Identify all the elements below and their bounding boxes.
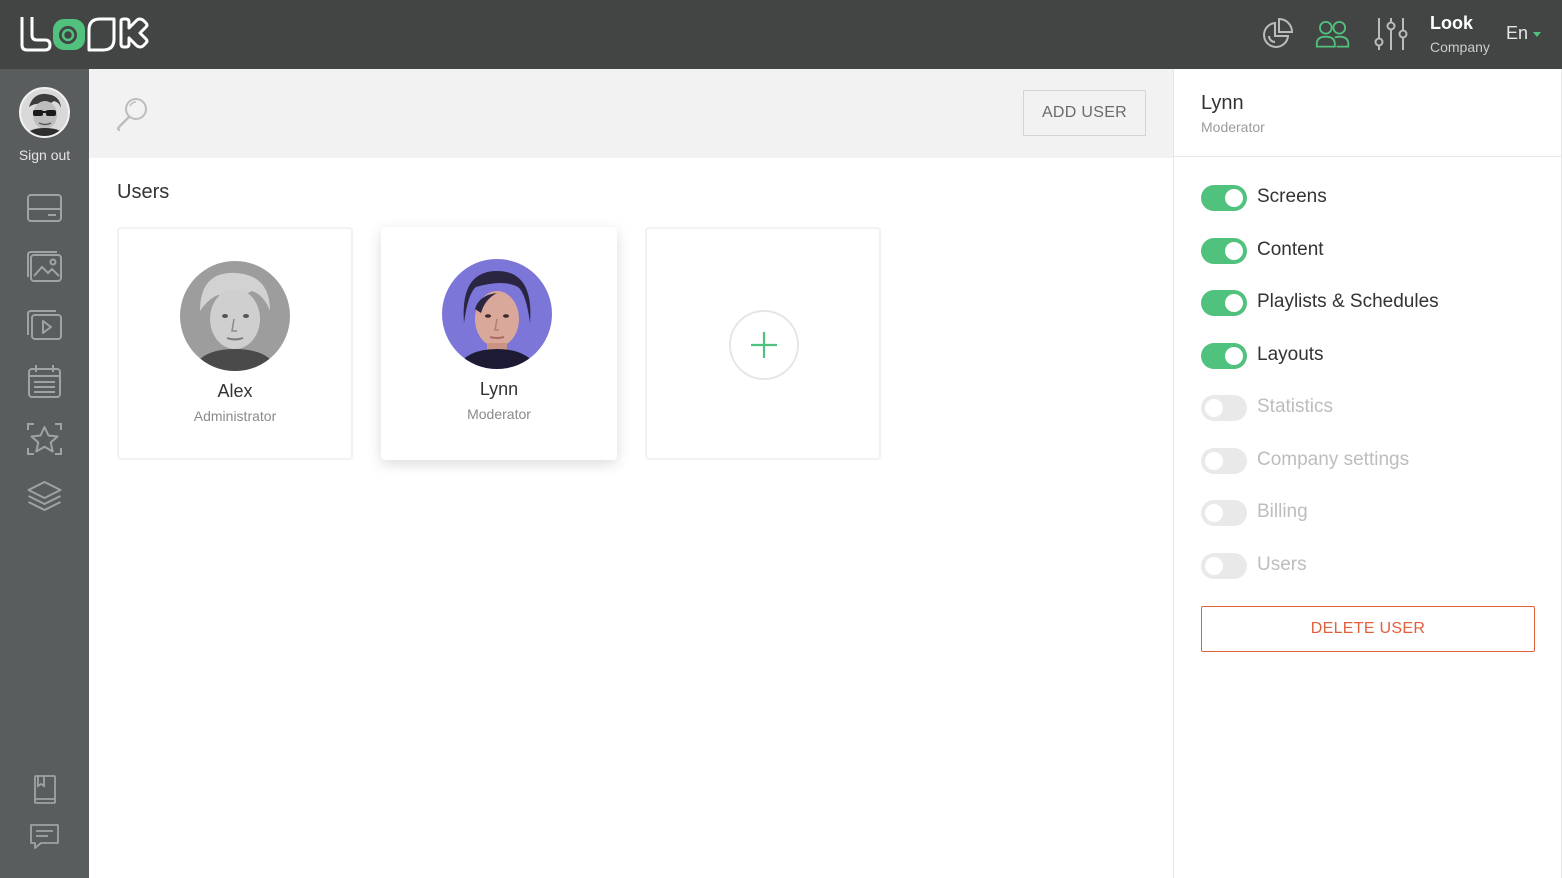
toggle-switch[interactable] — [1201, 238, 1247, 264]
permission-label: Playlists & Schedules — [1257, 291, 1439, 312]
toggle-knob — [1205, 452, 1223, 470]
panel-header: Lynn Moderator — [1174, 69, 1562, 157]
company-subtitle: Company — [1430, 39, 1490, 55]
toggle-switch[interactable] — [1201, 448, 1247, 474]
user-role: Moderator — [467, 406, 531, 422]
language-select[interactable]: En — [1506, 23, 1542, 44]
add-user-button[interactable]: ADD USER — [1023, 90, 1146, 136]
user-card-lynn[interactable]: Lynn Moderator — [381, 227, 617, 460]
pie-chart-icon[interactable] — [1259, 16, 1295, 52]
toggle-knob — [1205, 504, 1223, 522]
search-icon[interactable] — [115, 95, 151, 131]
toggle-knob — [1225, 242, 1243, 260]
sidebar: Sign out — [0, 69, 89, 878]
toggle-knob — [1205, 399, 1223, 417]
chat-icon[interactable] — [26, 819, 63, 855]
toggle-knob — [1225, 347, 1243, 365]
toggle-knob — [1205, 557, 1223, 575]
panel-user-name: Lynn — [1201, 92, 1244, 114]
panel-user-role: Moderator — [1201, 119, 1265, 135]
sliders-icon[interactable] — [1373, 16, 1409, 52]
permission-label: Statistics — [1257, 396, 1334, 417]
add-user-card[interactable] — [645, 227, 881, 460]
toggle-switch[interactable] — [1201, 290, 1247, 316]
permission-label: Users — [1257, 554, 1307, 575]
screens-icon[interactable] — [26, 191, 63, 227]
user-avatar — [180, 261, 290, 371]
look-logo[interactable] — [18, 14, 158, 54]
caret-down-icon — [1533, 31, 1542, 37]
company-name: Look — [1430, 13, 1473, 33]
permission-label: Content — [1257, 239, 1324, 260]
company-switcher[interactable]: Look Company — [1430, 13, 1490, 55]
sign-out-link[interactable]: Sign out — [0, 147, 89, 163]
docs-icon[interactable] — [26, 773, 63, 809]
permission-label: Layouts — [1257, 344, 1324, 365]
toggle-switch[interactable] — [1201, 553, 1247, 579]
schedules-icon[interactable] — [26, 363, 63, 399]
user-name: Alex — [217, 381, 253, 401]
playlists-icon[interactable] — [26, 307, 63, 343]
user-details-panel: Lynn Moderator Screens Content Playlists… — [1173, 69, 1562, 878]
users-icon[interactable] — [1315, 16, 1351, 52]
user-card-alex[interactable]: Alex Administrator — [117, 227, 353, 460]
layouts-icon[interactable] — [26, 421, 63, 457]
toggle-switch[interactable] — [1201, 500, 1247, 526]
current-user-avatar[interactable] — [19, 87, 70, 138]
toggle-switch[interactable] — [1201, 395, 1247, 421]
layers-icon[interactable] — [26, 479, 63, 515]
plus-icon[interactable] — [728, 309, 800, 381]
permission-label: Billing — [1257, 501, 1308, 522]
toggle-knob — [1225, 294, 1243, 312]
section-title: Users — [117, 181, 170, 203]
permission-label: Company settings — [1257, 449, 1410, 470]
toggle-knob — [1225, 189, 1243, 207]
toggle-switch[interactable] — [1201, 185, 1247, 211]
user-avatar — [442, 259, 552, 369]
language-label: En — [1506, 23, 1529, 43]
main-content: ADD USER Users Alex Administrator Lynn M… — [89, 69, 1173, 878]
search-bar: ADD USER — [89, 69, 1173, 158]
delete-user-button[interactable]: DELETE USER — [1201, 606, 1535, 652]
content-icon[interactable] — [26, 249, 63, 285]
avatar-image — [21, 89, 68, 136]
toggle-switch[interactable] — [1201, 343, 1247, 369]
permission-label: Screens — [1257, 186, 1327, 207]
user-name: Lynn — [479, 379, 519, 399]
top-bar: Look Company En — [0, 0, 1562, 69]
user-role: Administrator — [193, 408, 277, 424]
